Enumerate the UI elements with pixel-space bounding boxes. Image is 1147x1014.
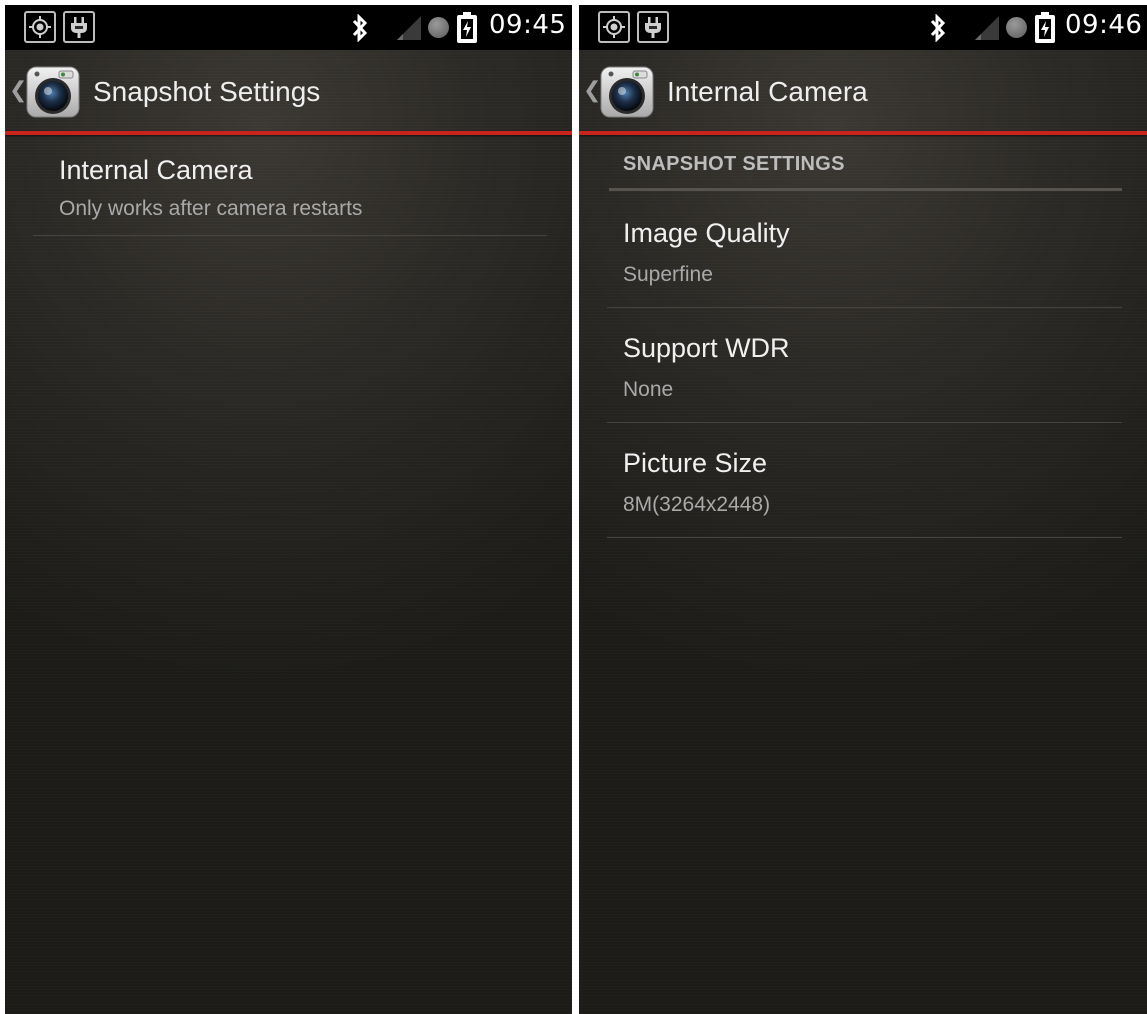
pref-image-quality[interactable]: Image Quality Superfine bbox=[607, 210, 1122, 312]
gps-icon bbox=[598, 11, 630, 43]
gps-icon bbox=[24, 11, 56, 43]
page-title: Internal Camera bbox=[667, 76, 868, 107]
usb-debug-icon bbox=[637, 11, 669, 43]
status-clock: 09:45 bbox=[489, 10, 567, 40]
list-divider bbox=[607, 307, 1122, 308]
bluetooth-icon bbox=[352, 14, 368, 42]
battery-charging-icon bbox=[1035, 12, 1055, 43]
category-header: SNAPSHOT SETTINGS bbox=[623, 153, 845, 175]
signal-icon bbox=[397, 16, 421, 40]
right-screen: 09:46 ❮ Internal Camera SNAPSHOT SETTING… bbox=[579, 5, 1147, 1014]
camera-app-icon[interactable] bbox=[599, 63, 655, 119]
sync-dot-icon bbox=[1006, 17, 1027, 38]
status-clock: 09:46 bbox=[1065, 10, 1143, 40]
pref-summary: None bbox=[623, 378, 674, 401]
bluetooth-icon bbox=[930, 14, 946, 42]
action-bar: ❮ bbox=[5, 50, 572, 135]
usb-debug-icon bbox=[63, 11, 95, 43]
category-divider bbox=[609, 188, 1122, 191]
action-bar: ❮ bbox=[579, 50, 1147, 135]
signal-icon bbox=[975, 16, 999, 40]
pref-title: Image Quality bbox=[623, 218, 790, 248]
action-bar-divider bbox=[5, 131, 572, 135]
pref-title: Support WDR bbox=[623, 333, 790, 363]
pref-summary: 8M(3264x2448) bbox=[623, 493, 771, 516]
list-divider bbox=[33, 235, 547, 236]
pref-title: Internal Camera bbox=[59, 155, 253, 185]
pref-summary: Superfine bbox=[623, 263, 713, 286]
pref-picture-size[interactable]: Picture Size 8M(3264x2448) bbox=[607, 440, 1122, 542]
action-bar-divider bbox=[579, 131, 1147, 135]
sync-dot-icon bbox=[428, 17, 449, 38]
pref-support-wdr[interactable]: Support WDR None bbox=[607, 325, 1122, 427]
status-bar: 09:45 bbox=[5, 5, 572, 50]
battery-charging-icon bbox=[457, 12, 477, 43]
list-divider bbox=[607, 422, 1122, 423]
left-screen: 09:45 ❮ Snapshot Settings Internal Camer… bbox=[5, 5, 572, 1014]
pref-internal-camera[interactable]: Internal Camera Only works after camera … bbox=[33, 150, 547, 242]
camera-app-icon[interactable] bbox=[25, 63, 81, 119]
page-title: Snapshot Settings bbox=[93, 76, 321, 107]
status-bar: 09:46 bbox=[579, 5, 1147, 50]
pref-summary: Only works after camera restarts bbox=[59, 197, 363, 220]
pref-title: Picture Size bbox=[623, 448, 768, 478]
list-divider bbox=[607, 537, 1122, 538]
